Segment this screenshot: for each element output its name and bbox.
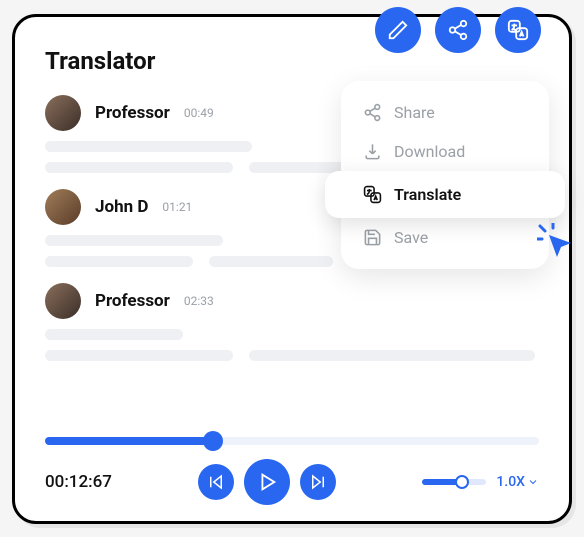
context-menu: Share Download Translate Save [341,81,549,269]
speaker-name: John D [95,197,148,217]
edit-button[interactable] [375,7,421,53]
translate-button[interactable] [495,7,541,53]
translate-icon [363,185,382,204]
segment-timestamp: 00:49 [184,106,214,120]
header-actions [375,7,541,53]
menu-item-translate[interactable]: Translate [325,171,565,218]
avatar [45,95,81,131]
next-button[interactable] [300,464,336,500]
menu-item-save[interactable]: Save [341,218,549,257]
transcript-placeholder [45,329,539,361]
current-time: 00:12:67 [45,472,112,492]
play-button[interactable] [244,459,290,505]
menu-item-label: Save [394,228,428,247]
share-button[interactable] [435,7,481,53]
progress-fill [45,437,213,445]
play-icon [256,471,278,493]
progress-knob[interactable] [203,431,223,451]
avatar [45,283,81,319]
header: Translator [45,41,539,75]
menu-item-share[interactable]: Share [341,93,549,132]
avatar [45,189,81,225]
playback-progress[interactable] [45,437,539,445]
transcript-segment: Professor 02:33 [45,283,539,361]
chevron-down-icon [527,476,539,488]
segment-timestamp: 01:21 [162,200,192,214]
player-controls: 00:12:67 1.0X [45,459,539,505]
prev-button[interactable] [198,464,234,500]
share-icon [363,103,382,122]
menu-item-label: Download [394,142,465,161]
speaker-name: Professor [95,103,170,123]
skip-back-icon [207,473,225,491]
speed-label[interactable]: 1.0X [496,474,539,490]
save-icon [363,228,382,247]
page-title: Translator [45,47,155,75]
speaker-name: Professor [95,291,170,311]
app-window: Translator Professor 00:49 [12,14,572,524]
menu-item-label: Translate [394,185,461,204]
segment-timestamp: 02:33 [184,294,214,308]
download-icon [363,142,382,161]
share-icon [447,19,469,41]
menu-item-label: Share [394,103,435,122]
menu-item-download[interactable]: Download [341,132,549,171]
skip-forward-icon [309,473,327,491]
pencil-icon [387,19,409,41]
speed-knob[interactable] [455,475,469,489]
translate-icon [507,19,529,41]
speed-control[interactable]: 1.0X [422,474,539,490]
